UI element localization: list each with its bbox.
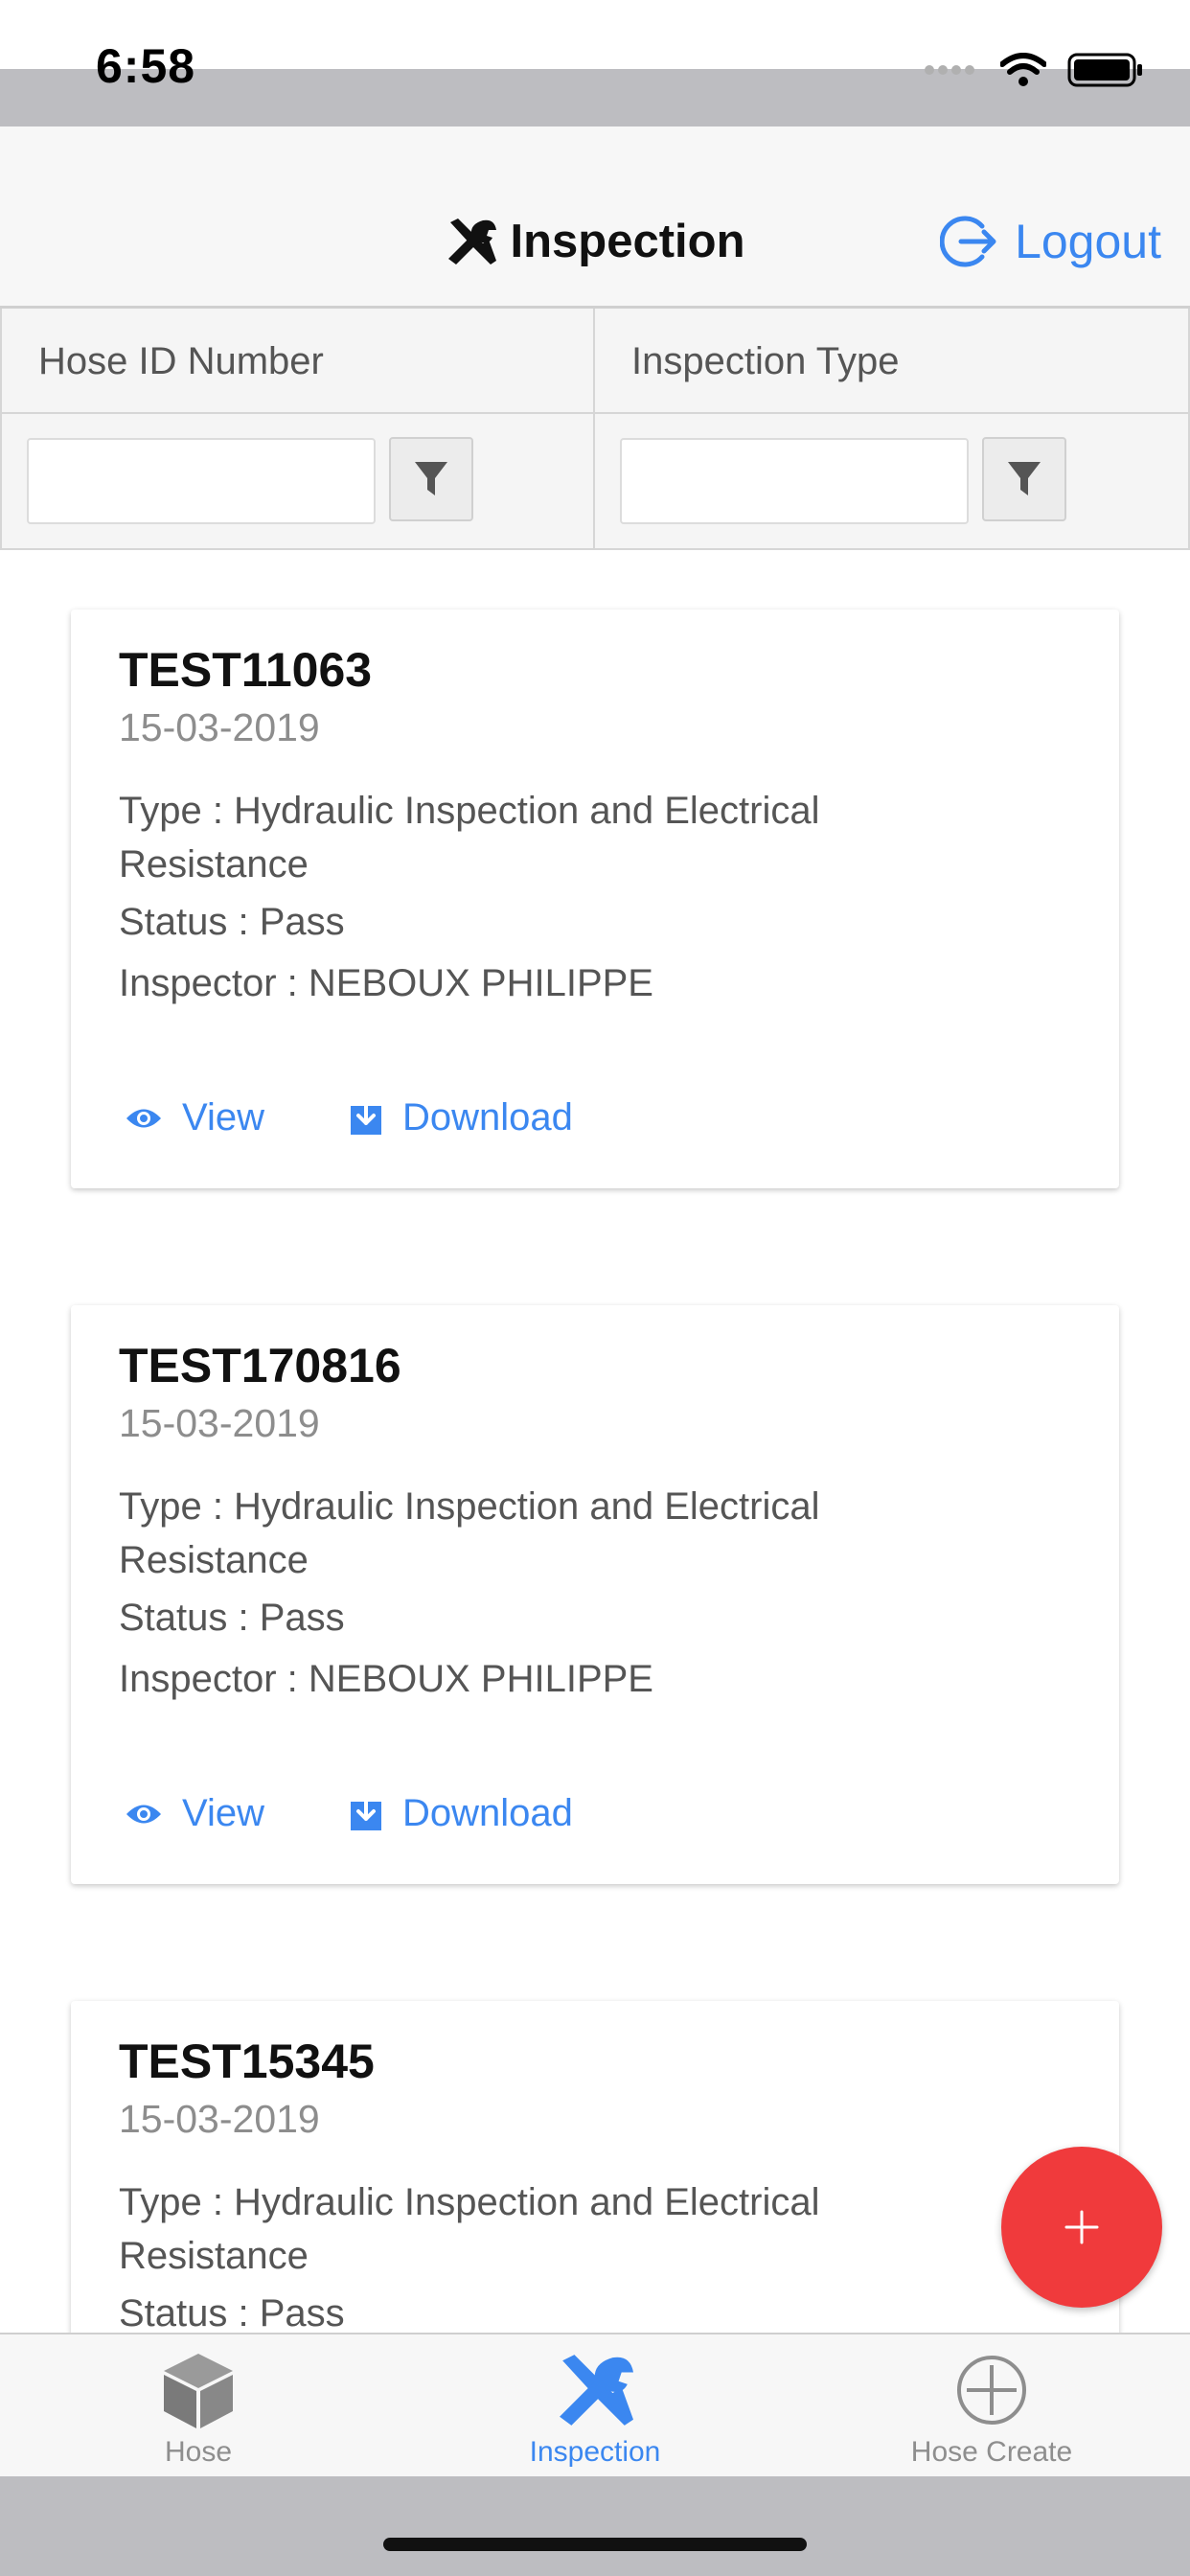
- plus-icon: [1064, 2210, 1099, 2244]
- tab-inspection[interactable]: Inspection: [397, 2334, 793, 2478]
- wifi-icon: [1000, 53, 1046, 86]
- hose-id: TEST170816: [119, 1339, 401, 1392]
- card-actions: View Download: [125, 1096, 657, 1139]
- download-icon: [350, 1795, 381, 1830]
- inspection-type-filter-input[interactable]: [620, 438, 969, 524]
- filter-icon: [415, 462, 447, 495]
- hose-id: TEST11063: [119, 643, 373, 697]
- hose-id-filter-input[interactable]: [27, 438, 376, 524]
- app-screen: 6:58 Inspection Logout Hose ID Number In…: [0, 0, 1190, 2576]
- hose-id: TEST15345: [119, 2035, 375, 2088]
- status-time: 6:58: [96, 39, 196, 93]
- logout-icon: [940, 216, 996, 267]
- home-indicator[interactable]: [383, 2538, 807, 2551]
- signal-icon: [925, 65, 974, 75]
- download-button[interactable]: Download: [349, 1792, 573, 1835]
- view-label: View: [182, 1096, 264, 1138]
- logout-button[interactable]: Logout: [940, 213, 1161, 270]
- inspection-type-filter-button[interactable]: [982, 437, 1066, 521]
- inspection-status: Status : Pass: [119, 1597, 345, 1639]
- view-button[interactable]: View: [125, 1792, 264, 1835]
- inspection-date: 15-03-2019: [119, 705, 320, 749]
- filter-icon: [1008, 462, 1041, 495]
- card-actions: View Download: [125, 1792, 657, 1835]
- filter-column-inspection-type: Inspection Type: [595, 309, 1190, 550]
- inspection-type: Type : Hydraulic Inspection and Electric…: [119, 790, 820, 886]
- inspection-card[interactable]: TEST11063 15-03-2019 Type : Hydraulic In…: [71, 610, 1119, 1188]
- inspection-status: Status : Pass: [119, 2292, 345, 2333]
- tools-icon: [553, 2350, 637, 2430]
- inspection-date: 15-03-2019: [119, 2097, 320, 2141]
- tab-bar: Hose Inspection Hose Create: [0, 2333, 1190, 2476]
- inspection-list[interactable]: TEST11063 15-03-2019 Type : Hydraulic In…: [0, 552, 1190, 2333]
- page-title-text: Inspection: [510, 216, 745, 267]
- tab-hose-create[interactable]: Hose Create: [793, 2334, 1190, 2478]
- download-label: Download: [401, 1096, 573, 1138]
- tab-label: Inspection: [529, 2436, 661, 2468]
- logout-label: Logout: [1015, 215, 1161, 268]
- filter-column-hose-id: Hose ID Number: [0, 309, 595, 550]
- status-icons: [924, 52, 1144, 88]
- filter-header-inspection-type: Inspection Type: [595, 309, 1188, 414]
- add-inspection-button[interactable]: [1001, 2147, 1162, 2308]
- inspector-name: Inspector : NEBOUX PHILIPPE: [119, 1658, 653, 1700]
- inspector-name: Inspector : NEBOUX PHILIPPE: [119, 962, 653, 1004]
- cube-icon: [158, 2350, 239, 2430]
- tools-icon: [448, 218, 497, 264]
- filter-header-hose-id: Hose ID Number: [2, 309, 593, 414]
- download-label: Download: [401, 1792, 573, 1834]
- download-button[interactable]: Download: [349, 1096, 573, 1139]
- tab-hose[interactable]: Hose: [0, 2334, 397, 2478]
- nav-header: Inspection Logout: [0, 126, 1190, 309]
- download-icon: [350, 1099, 381, 1135]
- filter-table: Hose ID Number Inspection Type: [0, 309, 1190, 550]
- inspection-type: Type : Hydraulic Inspection and Electric…: [119, 1485, 820, 1581]
- view-label: View: [182, 1792, 264, 1834]
- eye-icon: [126, 1109, 161, 1127]
- inspection-card[interactable]: TEST170816 15-03-2019 Type : Hydraulic I…: [71, 1305, 1119, 1884]
- plus-circle-icon: [955, 2350, 1028, 2430]
- battery-icon: [1067, 53, 1142, 87]
- tab-label: Hose: [164, 2436, 233, 2468]
- view-button[interactable]: View: [125, 1096, 264, 1139]
- inspection-status: Status : Pass: [119, 901, 345, 943]
- inspection-type: Type : Hydraulic Inspection and Electric…: [119, 2181, 820, 2277]
- eye-icon: [126, 1805, 161, 1823]
- home-indicator-area: [0, 2476, 1190, 2576]
- hose-id-filter-button[interactable]: [389, 437, 473, 521]
- tab-label: Hose Create: [910, 2436, 1073, 2468]
- inspection-date: 15-03-2019: [119, 1401, 320, 1445]
- inspection-card[interactable]: TEST15345 15-03-2019 Type : Hydraulic In…: [71, 2001, 1119, 2333]
